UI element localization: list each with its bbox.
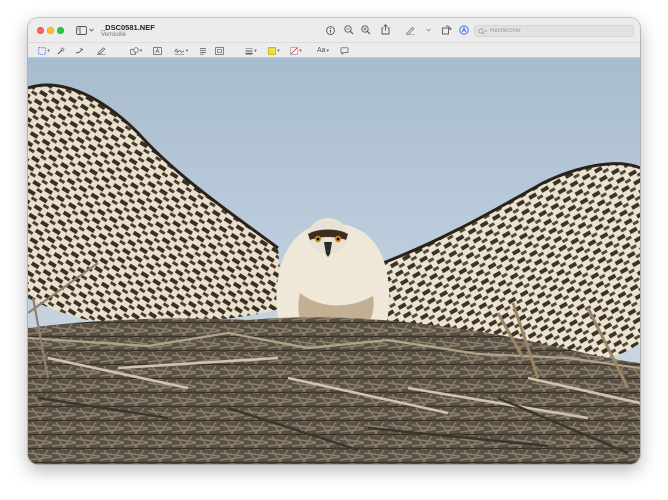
chevron-down-icon: ▾ [299, 47, 302, 54]
notes-icon [200, 47, 206, 55]
osprey-photo [28, 83, 640, 464]
line-style-button[interactable]: ▾ [243, 44, 259, 57]
sketch-icon [75, 47, 83, 54]
highlight-button[interactable] [459, 25, 469, 35]
border-color-button[interactable]: ▾ [266, 44, 282, 57]
instant-alpha-button[interactable] [56, 44, 66, 57]
chevron-down-icon: ▾ [254, 47, 257, 54]
view-menu-button[interactable] [88, 25, 94, 35]
share-button[interactable] [380, 24, 390, 35]
rotate-button[interactable] [441, 24, 452, 35]
shapes-icon [130, 46, 139, 55]
fill-color-button[interactable]: ▾ [288, 44, 304, 57]
zoom-in-icon [361, 25, 371, 35]
search-field[interactable] [474, 25, 634, 37]
highlight-circle-icon [459, 25, 469, 35]
sign-tool-button[interactable]: ▾ [172, 44, 190, 57]
info-icon [325, 25, 335, 35]
chevron-down-icon [88, 28, 94, 32]
share-icon [381, 24, 389, 35]
sketch-tool-button[interactable] [74, 44, 84, 57]
notes-tool-button[interactable] [198, 44, 208, 57]
zoom-button[interactable] [57, 27, 64, 34]
text-style-button[interactable]: Aa ▾ [314, 44, 332, 57]
chevron-down-icon: ▾ [47, 47, 50, 54]
description-icon [340, 46, 348, 55]
instant-alpha-icon [57, 46, 65, 54]
chevron-down-icon: ▾ [139, 47, 143, 54]
markup-menu-button[interactable] [425, 26, 431, 34]
title-bar: _DSC0581.NEF Verrouillé [28, 18, 640, 42]
info-button[interactable] [325, 25, 335, 35]
chevron-down-icon: ▾ [326, 47, 330, 54]
zoom-in-button[interactable] [361, 25, 371, 35]
markup-toolbar: ▾ ▾ ▾ ▾ ▾ ▾ Aa ▾ [28, 42, 640, 58]
minimize-button[interactable] [47, 27, 54, 34]
zoom-out-button[interactable] [344, 25, 354, 35]
selection-icon [38, 46, 46, 55]
draw-tool-button[interactable] [96, 44, 106, 57]
markup-button[interactable] [405, 25, 416, 35]
search-input[interactable] [488, 26, 630, 36]
text-box-icon [152, 46, 162, 55]
text-tool-button[interactable] [152, 44, 162, 57]
sidebar-icon [75, 25, 87, 35]
sign-icon [174, 48, 184, 55]
preview-window: _DSC0581.NEF Verrouillé Rechercher ▾ ▾ ▾… [28, 18, 640, 464]
crop-tool-button[interactable] [214, 44, 224, 57]
rotate-icon [442, 25, 452, 35]
line-style-icon [245, 47, 253, 54]
crop-icon [214, 46, 224, 55]
document-status: Verrouillé [101, 32, 127, 38]
fill-color-icon [290, 46, 298, 55]
chevron-down-icon: ▾ [277, 47, 280, 54]
chevron-down-icon: ▾ [185, 47, 189, 54]
zoom-out-icon [344, 25, 354, 35]
text-style-label: Aa [316, 47, 326, 54]
markup-pen-icon [406, 26, 415, 35]
document-title: _DSC0581.NEF [101, 23, 155, 32]
description-button[interactable] [339, 44, 349, 57]
draw-icon [96, 46, 105, 55]
selection-tool-button[interactable]: ▾ [36, 44, 52, 57]
close-button[interactable] [37, 27, 44, 34]
search-icon [478, 27, 488, 34]
sidebar-toggle-button[interactable] [75, 24, 87, 36]
image-view[interactable] [28, 58, 640, 464]
border-color-icon [268, 46, 277, 55]
chevron-down-icon [425, 28, 431, 32]
shapes-tool-button[interactable]: ▾ [128, 44, 144, 57]
document-title-block[interactable]: _DSC0581.NEF Verrouillé [101, 23, 155, 39]
